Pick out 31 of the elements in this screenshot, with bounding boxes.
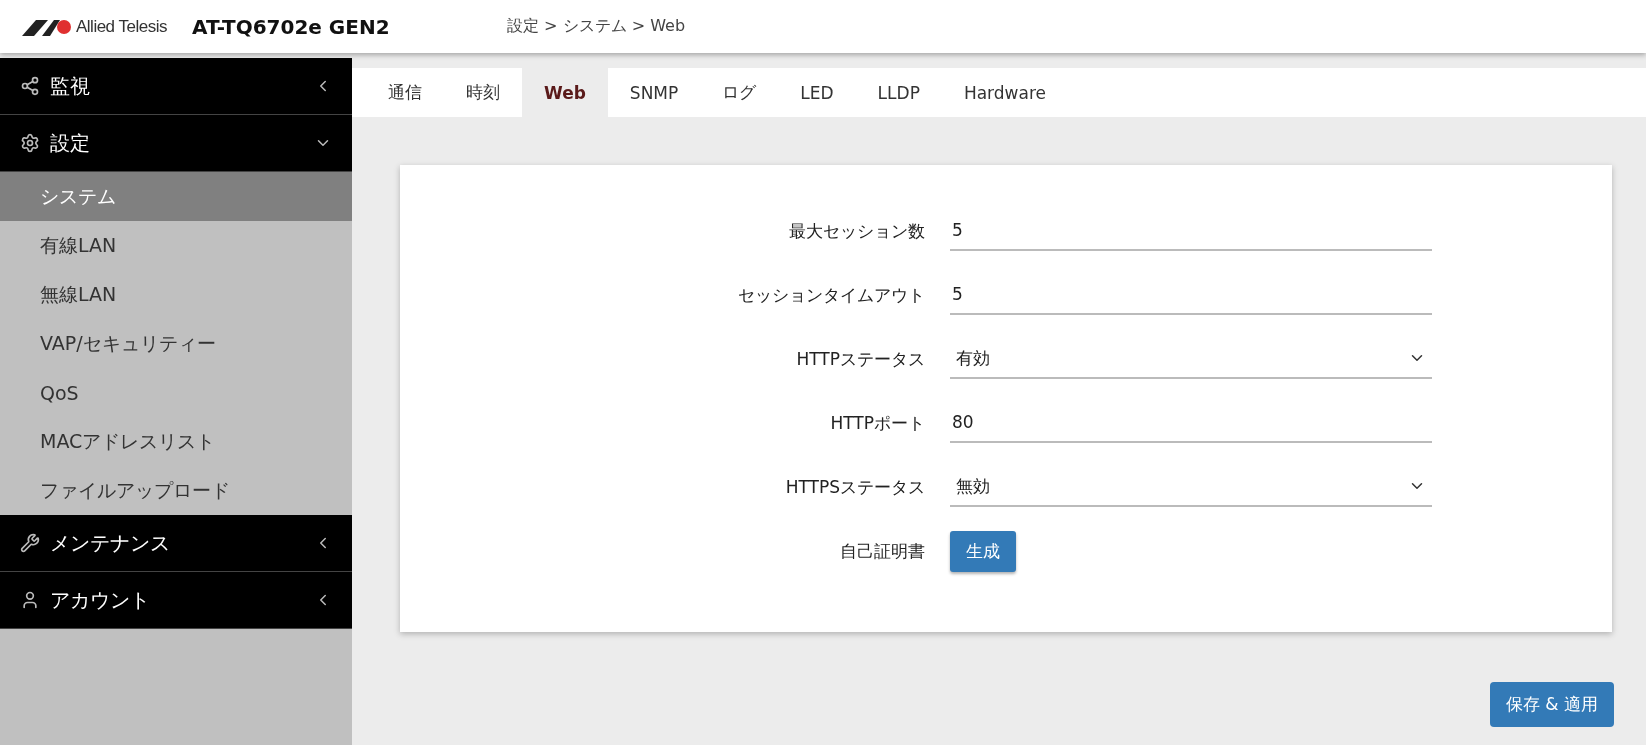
sidebar-section[interactable]: メンテナンス	[0, 515, 352, 572]
sidebar-section[interactable]: アカウント	[0, 572, 352, 629]
logo-icon	[22, 17, 72, 36]
input-field[interactable]: 80	[950, 403, 1432, 443]
select-field[interactable]: 無効	[950, 467, 1432, 507]
field-label: 自己証明書	[840, 540, 925, 563]
input-field[interactable]: 5	[950, 275, 1432, 315]
section-label: 設定	[50, 129, 91, 157]
section-label: メンテナンス	[50, 529, 171, 557]
sidebar-section[interactable]: 設定	[0, 115, 352, 172]
field-label: HTTPポート	[830, 411, 925, 435]
sidebar-section[interactable]: 監視	[0, 58, 352, 115]
breadcrumb: 設定 > システム > Web	[507, 16, 686, 37]
wrench-icon	[20, 533, 40, 553]
field-label: HTTPステータス	[796, 347, 925, 371]
section-label: 監視	[50, 72, 91, 100]
field-label: セッションタイムアウト	[738, 283, 925, 307]
share-icon	[20, 76, 40, 96]
gear-icon	[20, 133, 40, 153]
field-label: 最大セッション数	[789, 219, 925, 243]
user-icon	[20, 590, 40, 610]
tab[interactable]: Web	[522, 68, 608, 117]
field-label: HTTPSステータス	[785, 475, 925, 499]
section-label: アカウント	[50, 586, 151, 614]
generate-button[interactable]: 生成	[950, 531, 1016, 572]
select-field[interactable]: 有効	[950, 339, 1432, 379]
input-field[interactable]: 5	[950, 211, 1432, 251]
logo-text: Allied Telesis	[76, 16, 167, 37]
model-name: AT-TQ6702e GEN2	[192, 14, 391, 39]
save-apply-button[interactable]: 保存 & 適用	[1489, 682, 1614, 727]
sidebar-item[interactable]: システム	[0, 172, 352, 221]
